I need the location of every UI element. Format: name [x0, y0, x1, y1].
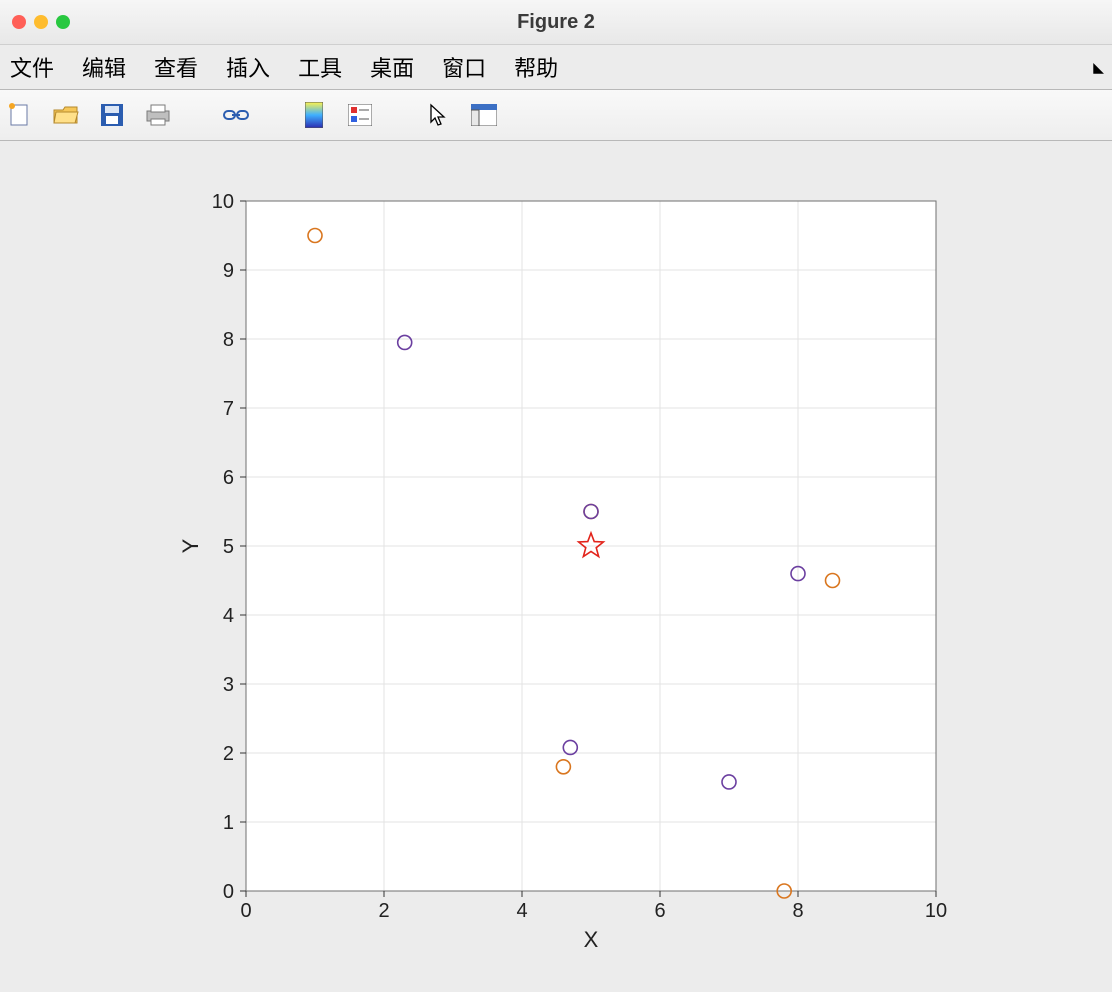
menu-tools[interactable]: 工具 [298, 51, 342, 83]
menu-help[interactable]: 帮助 [514, 51, 558, 83]
x-tick-label: 4 [516, 900, 527, 922]
menu-view[interactable]: 查看 [154, 51, 198, 83]
colorbar-icon [305, 102, 323, 128]
menu-edit[interactable]: 编辑 [82, 51, 126, 83]
x-tick-label: 2 [378, 900, 389, 922]
y-tick-label: 5 [223, 536, 234, 558]
legend-icon [348, 104, 372, 126]
link-button[interactable] [222, 101, 250, 129]
new-file-icon [8, 103, 32, 127]
y-tick-label: 6 [223, 467, 234, 489]
printer-icon [145, 104, 171, 126]
scatter-chart: 0 2 4 6 8 10 0 1 2 3 4 5 6 7 8 9 10 X Y [56, 141, 1056, 971]
x-tick-label: 0 [240, 900, 251, 922]
figure-window: Figure 2 文件 编辑 查看 插入 工具 桌面 窗口 帮助 ◣ [0, 0, 1112, 992]
cursor-button[interactable] [424, 101, 452, 129]
y-tick-label: 3 [223, 674, 234, 696]
y-tick-label: 0 [223, 881, 234, 903]
colorbar-button[interactable] [300, 101, 328, 129]
minimize-icon[interactable] [34, 15, 48, 29]
menubar: 文件 编辑 查看 插入 工具 桌面 窗口 帮助 ◣ [0, 45, 1112, 90]
x-tick-label: 8 [792, 900, 803, 922]
link-icon [223, 105, 249, 125]
y-tick-label: 1 [223, 812, 234, 834]
window-title: Figure 2 [0, 11, 1112, 34]
close-icon[interactable] [12, 15, 26, 29]
dock-icon[interactable]: ◣ [1093, 59, 1104, 76]
window-controls [12, 15, 70, 29]
menu-window[interactable]: 窗口 [442, 51, 486, 83]
x-tick-label: 10 [925, 900, 947, 922]
menu-file[interactable]: 文件 [10, 51, 54, 83]
y-axis-label: Y [178, 538, 203, 553]
y-tick-label: 4 [223, 605, 234, 627]
save-button[interactable] [98, 101, 126, 129]
y-tick-label: 10 [212, 191, 234, 213]
folder-open-icon [53, 104, 79, 126]
y-tick-label: 7 [223, 398, 234, 420]
figure-canvas: 0 2 4 6 8 10 0 1 2 3 4 5 6 7 8 9 10 X Y [0, 141, 1112, 992]
open-button[interactable] [52, 101, 80, 129]
legend-button[interactable] [346, 101, 374, 129]
zoom-icon[interactable] [56, 15, 70, 29]
panel-button[interactable] [470, 101, 498, 129]
menu-desktop[interactable]: 桌面 [370, 51, 414, 83]
floppy-disk-icon [101, 104, 123, 126]
toolbar [0, 90, 1112, 141]
menu-insert[interactable]: 插入 [226, 51, 270, 83]
cursor-icon [428, 103, 448, 127]
x-axis-label: X [584, 927, 599, 952]
titlebar: Figure 2 [0, 0, 1112, 45]
y-tick-label: 2 [223, 743, 234, 765]
new-figure-button[interactable] [6, 101, 34, 129]
y-tick-label: 9 [223, 260, 234, 282]
x-tick-label: 6 [654, 900, 665, 922]
y-tick-label: 8 [223, 329, 234, 351]
print-button[interactable] [144, 101, 172, 129]
panel-icon [471, 104, 497, 126]
